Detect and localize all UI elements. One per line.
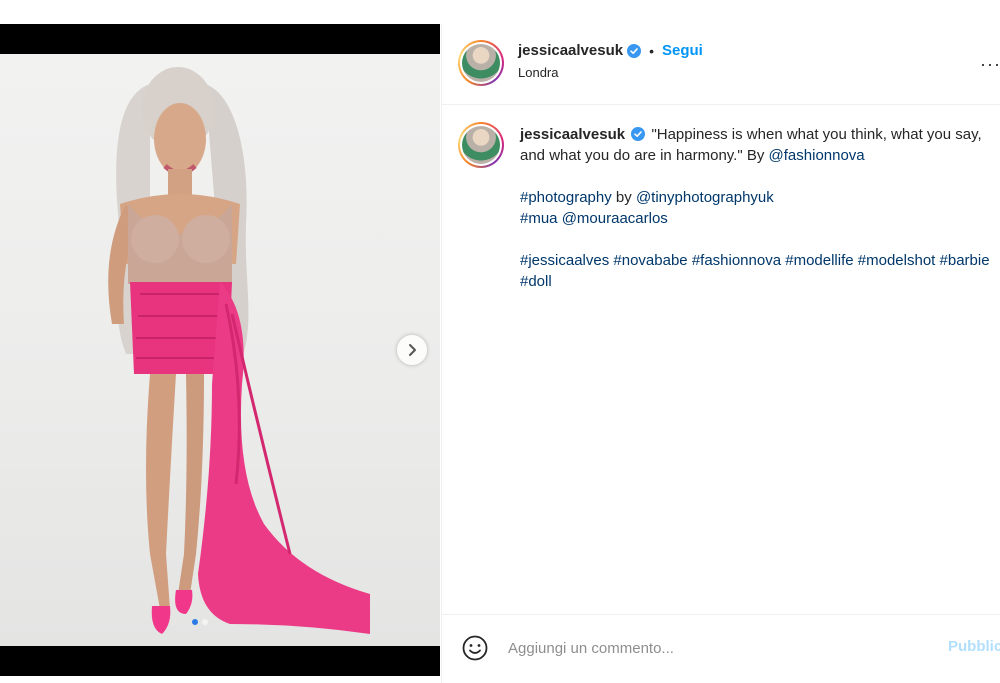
carousel-dot bbox=[202, 619, 208, 625]
post-header: jessicaalvesuk • Segui Londra ··· bbox=[442, 24, 1000, 105]
emoji-icon[interactable] bbox=[462, 635, 488, 661]
caption-by-text: by bbox=[611, 189, 636, 206]
caption-text: jessicaalvesuk "Happiness is when what y… bbox=[520, 124, 990, 313]
author-username[interactable]: jessicaalvesuk bbox=[518, 42, 623, 59]
letterbox-top bbox=[0, 24, 440, 54]
author-avatar[interactable] bbox=[458, 40, 504, 86]
separator-dot: • bbox=[649, 42, 654, 59]
verified-badge-icon bbox=[631, 127, 646, 141]
hashtag-link[interactable]: #photography bbox=[520, 189, 612, 206]
carousel-dot bbox=[192, 619, 198, 625]
hashtag-link[interactable]: #fashionnova bbox=[692, 252, 781, 269]
hashtag-link[interactable]: #modelshot bbox=[858, 252, 936, 269]
post-side-panel: jessicaalvesuk • Segui Londra ··· jessic… bbox=[441, 24, 1000, 683]
hashtag-link[interactable]: #modellife bbox=[785, 252, 853, 269]
comment-bar: Pubblica bbox=[442, 614, 1000, 683]
chevron-right-icon bbox=[409, 344, 416, 356]
comment-input[interactable] bbox=[508, 635, 908, 661]
caption-username[interactable]: jessicaalvesuk bbox=[520, 126, 625, 143]
avatar bbox=[462, 126, 500, 164]
hashtag-link[interactable]: #mua bbox=[520, 210, 558, 227]
carousel-indicator bbox=[192, 619, 208, 625]
letterbox-bottom bbox=[0, 646, 440, 676]
hashtag-link[interactable]: #doll bbox=[520, 273, 552, 290]
post-location[interactable]: Londra bbox=[518, 65, 703, 80]
hashtag-link[interactable]: #novababe bbox=[613, 252, 687, 269]
more-options-icon[interactable]: ··· bbox=[980, 54, 1000, 75]
avatar bbox=[462, 44, 500, 82]
hashtag-link[interactable]: #barbie bbox=[940, 252, 990, 269]
mention-link[interactable]: @fashionnova bbox=[769, 147, 865, 164]
post-photo[interactable] bbox=[0, 54, 440, 646]
caption-avatar[interactable] bbox=[458, 122, 504, 168]
mention-link[interactable]: @mouraacarlos bbox=[562, 210, 668, 227]
photo-illustration bbox=[108, 67, 370, 634]
next-image-button[interactable] bbox=[397, 335, 427, 365]
follow-button[interactable]: Segui bbox=[662, 42, 703, 59]
publish-button[interactable]: Pubblica bbox=[948, 638, 1000, 655]
post-media bbox=[0, 0, 440, 683]
mention-link[interactable]: @tinyphotographyuk bbox=[636, 189, 774, 206]
hashtag-link[interactable]: #jessicaalves bbox=[520, 252, 609, 269]
verified-badge-icon bbox=[627, 43, 642, 58]
